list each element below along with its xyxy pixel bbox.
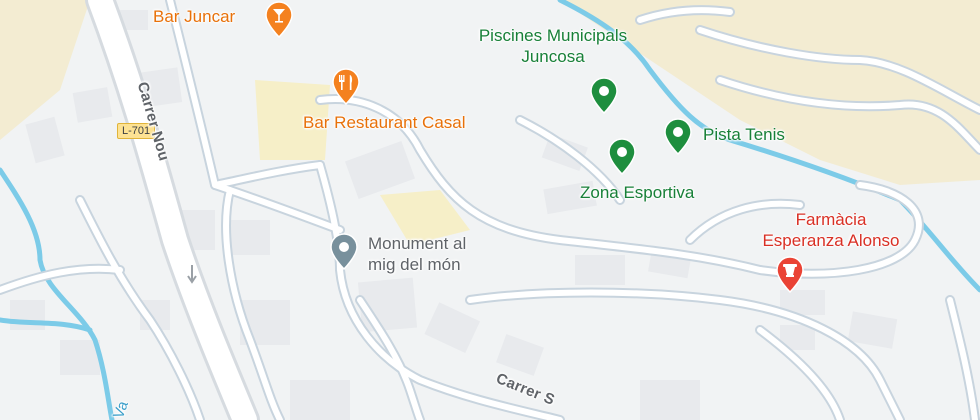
fork-knife-icon[interactable]	[330, 67, 362, 105]
poi-label-bar-juncar[interactable]: Bar Juncar	[153, 7, 235, 27]
poi-label-pista-tenis[interactable]: Pista Tenis	[703, 125, 785, 145]
map-canvas[interactable]: L-701 Carrer Nou Carrer S Va Bar Juncar …	[0, 0, 980, 420]
poi-label-bar-restaurant-casal[interactable]: Bar Restaurant Casal	[303, 113, 466, 133]
poi-label-monument-line2[interactable]: mig del món	[368, 254, 461, 275]
pharmacy-mortar-icon[interactable]	[774, 255, 806, 293]
poi-label-farmacia-line2[interactable]: Esperanza Alonso	[740, 230, 922, 251]
sport-dot-icon[interactable]	[662, 117, 694, 155]
sport-dot-icon[interactable]	[606, 137, 638, 175]
poi-label-zona-esportiva[interactable]: Zona Esportiva	[580, 183, 694, 203]
poi-label-piscines-line1[interactable]: Piscines Municipals	[458, 26, 648, 46]
cocktail-icon[interactable]	[263, 0, 295, 38]
poi-label-piscines-line2[interactable]: Juncosa	[458, 47, 648, 67]
landmark-icon[interactable]	[328, 232, 360, 270]
sport-dot-icon[interactable]	[588, 76, 620, 114]
poi-label-farmacia-line1[interactable]: Farmàcia	[740, 209, 922, 230]
poi-label-monument-line1[interactable]: Monument al	[368, 233, 466, 254]
